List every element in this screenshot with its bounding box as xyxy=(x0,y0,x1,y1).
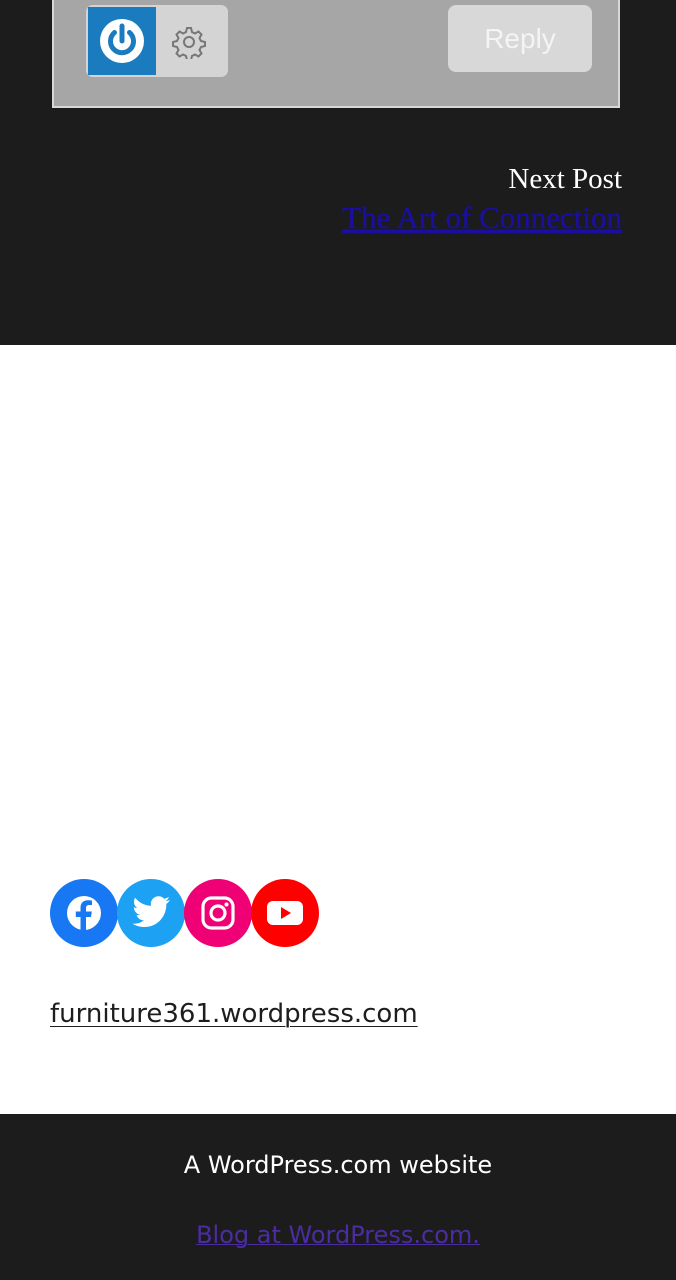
instagram-icon[interactable] xyxy=(184,879,252,947)
facebook-icon[interactable] xyxy=(50,879,118,947)
comment-section: Reply Next Post The Art of Connection xyxy=(0,0,676,345)
site-footer xyxy=(0,1114,676,1280)
youtube-icon[interactable] xyxy=(251,879,319,947)
comment-form-box: Reply xyxy=(52,0,620,108)
social-links xyxy=(50,879,319,947)
wordpress-credit-link[interactable]: Blog at WordPress.com. xyxy=(196,1221,480,1249)
footer-credit: Blog at WordPress.com. xyxy=(0,1216,676,1254)
reply-button[interactable]: Reply xyxy=(448,5,592,72)
login-options[interactable] xyxy=(86,5,228,77)
next-post-label: Next Post xyxy=(508,163,622,195)
gear-icon[interactable] xyxy=(172,25,206,61)
site-domain-link[interactable]: furniture361.wordpress.com xyxy=(50,995,418,1033)
footer-tagline: A WordPress.com website xyxy=(183,1151,493,1179)
twitter-icon[interactable] xyxy=(117,879,185,947)
next-post-link[interactable]: The Art of Connection xyxy=(342,198,622,238)
power-icon[interactable] xyxy=(88,7,156,75)
